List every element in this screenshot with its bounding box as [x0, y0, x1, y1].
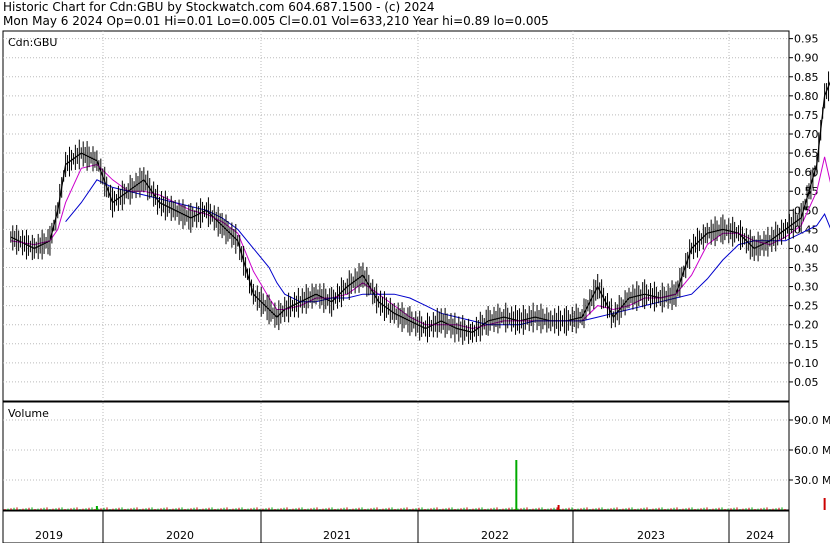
year-label: 2020	[166, 529, 194, 542]
price-tick-label: 0.35	[794, 261, 819, 274]
grid-lines	[3, 31, 789, 543]
price-tick-label: 0.25	[794, 300, 819, 313]
price-tick-label: 0.20	[794, 319, 819, 332]
volume-tick-label: 30.0 M	[794, 474, 830, 487]
price-tick-label: 0.95	[794, 33, 819, 46]
price-tick-label: 0.90	[794, 52, 819, 65]
stock-chart: Cdn:GBU Volume 0.95 0.90 0.85 0.80 0.75 0.70 0…	[2, 30, 830, 543]
price-panel-frame	[2, 30, 790, 402]
price-tick-label: 0.75	[794, 109, 819, 122]
price-tick-label: 0.10	[794, 357, 819, 370]
year-label: 2022	[481, 529, 509, 542]
volume-tick-label: 90.0 M	[794, 414, 830, 427]
year-label: 2019	[35, 529, 63, 542]
volume-panel-frame	[2, 401, 790, 511]
price-tick-label: 0.80	[794, 90, 819, 103]
price-tick-label: 0.40	[794, 242, 819, 255]
price-panel-label: Cdn:GBU	[8, 36, 57, 49]
year-label: 2024	[746, 529, 774, 542]
price-tick-label: 0.30	[794, 281, 819, 294]
volume-axis: 90.0 M 60.0 M 30.0 M	[789, 414, 830, 487]
price-tick-label: 0.70	[794, 128, 819, 141]
price-series	[10, 71, 830, 345]
year-label: 2023	[637, 529, 665, 542]
volume-tick-label: 60.0 M	[794, 444, 830, 457]
volume-panel-label: Volume	[8, 407, 49, 420]
time-axis: 2019 2020 2021 2022 2023 2024	[35, 511, 774, 543]
price-tick-label: 0.65	[794, 147, 819, 160]
time-axis-frame	[2, 510, 790, 543]
long-moving-average-line	[65, 179, 830, 326]
price-tick-label: 0.15	[794, 338, 819, 351]
price-tick-label: 0.85	[794, 71, 819, 84]
price-tick-label: 0.05	[794, 376, 819, 389]
year-label: 2021	[323, 529, 351, 542]
